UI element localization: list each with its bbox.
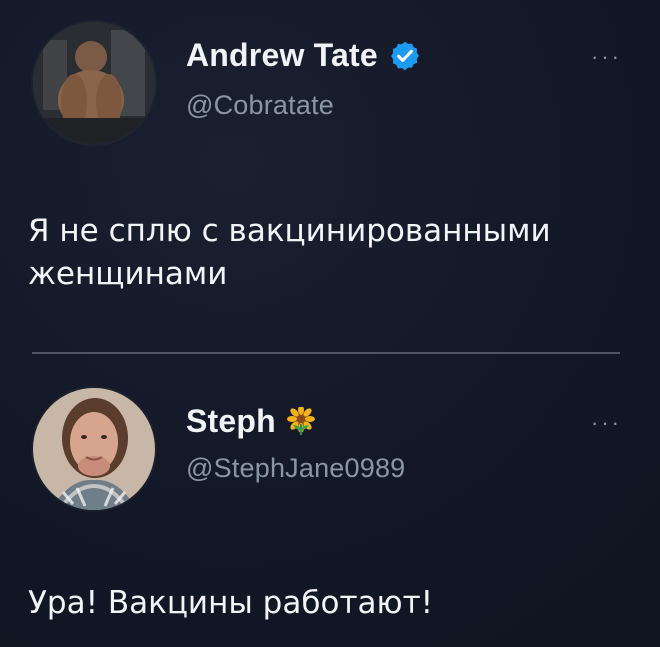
author-name[interactable]: Steph — [186, 403, 276, 440]
tweet-card-1[interactable]: Andrew Tate @Cobratate ··· Я не сплю с в… — [0, 0, 660, 345]
avatar-andrew-tate[interactable] — [33, 22, 155, 144]
tweet-screenshot: Andrew Tate @Cobratate ··· Я не сплю с в… — [0, 0, 660, 647]
author-row-steph[interactable]: Steph — [186, 403, 316, 440]
tweet-divider — [32, 352, 620, 354]
author-handle[interactable]: @Cobratate — [186, 90, 334, 121]
verified-check-icon — [388, 39, 422, 73]
tweet-text: Я не сплю с вакцинированными женщинами — [28, 213, 551, 292]
author-name[interactable]: Andrew Tate — [186, 37, 378, 74]
tweet-card-2[interactable]: Steph @StephJane0989 ··· Ура! Вакцины ра… — [0, 360, 660, 647]
more-options-icon[interactable]: ··· — [591, 410, 622, 436]
tweet-text: Ура! Вакцины работают! — [28, 585, 434, 621]
avatar-steph[interactable] — [33, 388, 155, 510]
author-row-andrew-tate[interactable]: Andrew Tate — [186, 37, 422, 74]
author-handle[interactable]: @StephJane0989 — [186, 453, 405, 484]
sunflower-icon — [286, 406, 316, 437]
more-options-icon[interactable]: ··· — [591, 44, 622, 70]
